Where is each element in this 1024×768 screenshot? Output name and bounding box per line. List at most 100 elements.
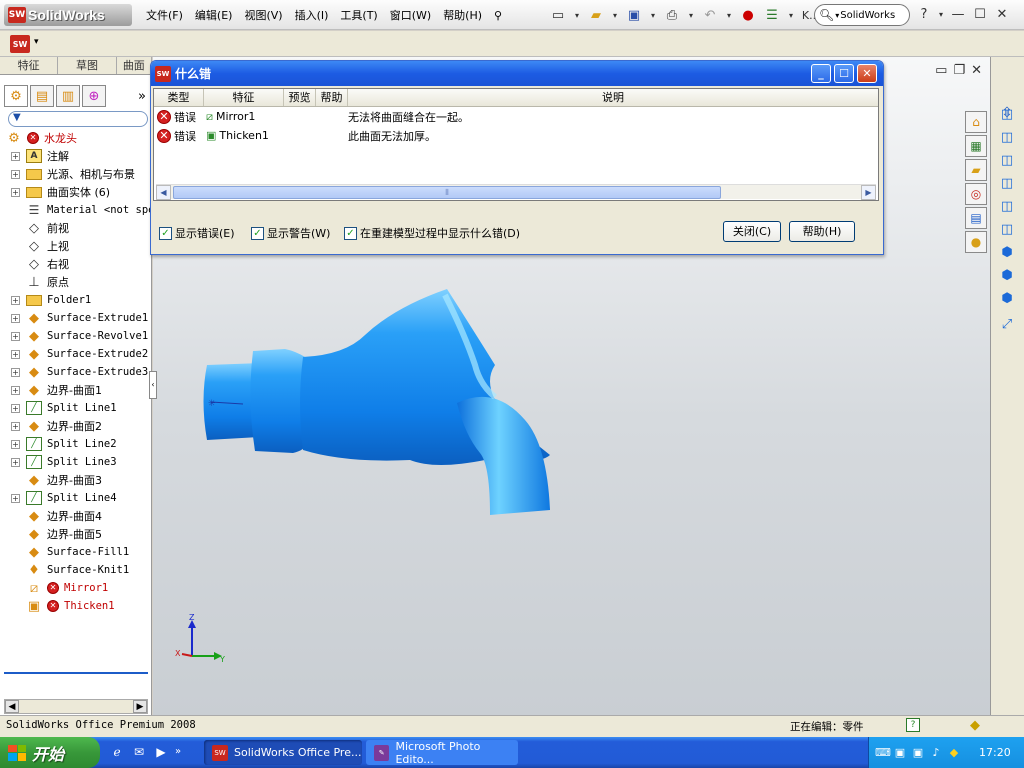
column-feature[interactable]: 特征 [204,89,284,106]
dialog-title-bar[interactable]: SW 什么错 _ ☐ ✕ [151,61,883,86]
new-document-icon[interactable]: ▭ [548,5,568,25]
tree-item[interactable]: + ◆ 边界-曲面1 [0,381,152,399]
status-help-icon[interactable]: ? [906,718,920,732]
error-list-scrollbar[interactable]: ◀ ⦀ ▶ [156,184,876,200]
list-scroll-right-icon[interactable]: ▶ [861,185,876,200]
tree-item[interactable]: ☰ Material <not spe [0,201,155,219]
tree-item[interactable]: ◇ 右视 [0,255,152,273]
tab-sketch[interactable]: 草图 [58,57,117,74]
sw-menu-dropdown-icon[interactable]: ▾ [34,37,39,47]
minimize-button[interactable]: — [948,4,968,24]
tree-item[interactable]: + ╱ Split Line2 [0,435,152,453]
tree-item[interactable]: ⊥ 原点 [0,273,152,291]
feature-manager-tab-icon[interactable]: ⚙ [4,85,28,107]
search-results-icon[interactable]: ◎ [965,183,987,205]
column-preview[interactable]: 预览 [284,89,316,106]
help-dropdown-icon[interactable]: ▾ [936,4,946,24]
menu-tools[interactable]: 工具(T) [334,7,383,23]
expand-toggle-icon[interactable]: + [11,349,20,359]
tree-item[interactable]: ⚙ ✕ 水龙头 [0,129,152,147]
tree-item[interactable]: + ╱ Split Line1 [0,399,152,417]
trimetric-view-icon[interactable]: ⬢ [997,268,1017,288]
expand-toggle-icon[interactable]: + [11,367,20,377]
tree-item[interactable]: + ◆ 边界-曲面2 [0,417,152,435]
faucet-3d-model[interactable]: ✳ [195,285,575,525]
internet-explorer-icon[interactable]: ℯ [108,743,126,761]
expand-toggle-icon[interactable]: + [11,421,20,431]
view-palette-icon[interactable]: ▤ [965,207,987,229]
tree-horizontal-scrollbar[interactable]: ◀ ▶ [4,699,148,714]
column-description[interactable]: 说明 [348,89,878,106]
show-on-rebuild-checkbox[interactable]: ✓ 在重建模型过程中显示什么错(D) [344,225,520,241]
tree-item[interactable]: ◆ Surface-Fill1 [0,543,152,561]
task-photo-editor[interactable]: ✎ Microsoft Photo Edito... [366,740,518,766]
tree-item[interactable]: + 曲面实体 (6) [0,183,152,201]
open-folder-icon[interactable]: ▰ [586,5,606,25]
expand-toggle-icon[interactable]: + [11,457,20,467]
media-player-icon[interactable]: ▶ [152,743,170,761]
sw-menu-icon[interactable]: SW [10,35,30,53]
tree-item[interactable]: ◆ 边界-曲面3 [0,471,152,489]
outlook-icon[interactable]: ✉ [130,743,148,761]
show-warnings-checkbox[interactable]: ✓ 显示警告(W) [251,225,330,241]
scroll-left-icon[interactable]: ◀ [5,700,19,713]
panel-separator[interactable] [4,672,148,674]
new-dropdown-icon[interactable]: ▾ [572,5,582,25]
task-solidworks[interactable]: SW SolidWorks Office Pre... [204,740,362,765]
column-help[interactable]: 帮助 [316,89,348,106]
open-dropdown-icon[interactable]: ▾ [610,5,620,25]
file-explorer-icon[interactable]: ▰ [965,159,987,181]
normal-to-icon[interactable]: ⤢ [997,317,1017,337]
expand-toggle-icon[interactable]: + [11,493,20,503]
expand-toggle-icon[interactable]: + [11,331,20,341]
expand-toggle-icon[interactable]: + [11,187,20,197]
dialog-maximize-button[interactable]: ☐ [834,64,854,83]
close-button[interactable]: ✕ [992,4,1012,24]
search-box[interactable]: 🔍︎ ▾ SolidWorks [814,4,910,26]
menu-edit[interactable]: 编辑(E) [189,7,239,23]
expand-toggle-icon[interactable]: + [11,151,20,161]
tree-item[interactable]: + 光源、相机与布景 [0,165,152,183]
pin-icon[interactable]: ⚲ [488,9,508,22]
menu-insert[interactable]: 插入(I) [289,7,335,23]
appearances-icon[interactable]: ● [965,231,987,253]
tray-app-icon[interactable]: ◆ [947,746,961,760]
tab-surfaces[interactable]: 曲面 [117,57,153,74]
error-row[interactable]: ✕ 错误 ⧄ Mirror1 无法将曲面缝合在一起。 [154,107,878,126]
menu-file[interactable]: 文件(F) [140,7,189,23]
save-dropdown-icon[interactable]: ▾ [648,5,658,25]
print-icon[interactable]: ⎙ [662,5,682,25]
tree-item[interactable]: ◇ 上视 [0,237,152,255]
network2-icon[interactable]: ▣ [911,746,925,760]
list-scroll-thumb[interactable]: ⦀ [173,186,721,199]
expand-toggle-icon[interactable]: + [11,169,20,179]
tree-item[interactable]: + ╱ Split Line3 [0,453,152,471]
column-type[interactable]: 类型 [154,89,204,106]
dialog-minimize-button[interactable]: _ [811,64,831,83]
quick-launch-more-icon[interactable]: » [174,743,182,761]
print-dropdown-icon[interactable]: ▾ [686,5,696,25]
tree-item[interactable]: ⧄ ✕ Mirror1 [0,579,152,597]
expand-toggle-icon[interactable]: + [11,385,20,395]
undo-icon[interactable]: ↶ [700,5,720,25]
expand-toggle-icon[interactable]: + [11,403,20,413]
network-icon[interactable]: ▣ [893,746,907,760]
property-manager-tab-icon[interactable]: ▤ [30,85,54,107]
tree-item[interactable]: + ◆ Surface-Revolve1 [0,327,152,345]
help-question-icon[interactable]: ? [914,4,934,24]
solidworks-logo[interactable]: SW SolidWorks [4,4,132,26]
back-view-icon[interactable]: ◫ [997,130,1017,150]
tree-item[interactable]: + ◆ Surface-Extrude2 [0,345,152,363]
tree-item[interactable]: + ╱ Split Line4 [0,489,152,507]
front-view-icon[interactable]: ◫ [997,107,1017,127]
maximize-button[interactable]: ☐ [970,4,990,24]
tree-item[interactable]: ◆ 边界-曲面4 [0,507,152,525]
keyboard-icon[interactable]: ⌨ [875,746,891,760]
tree-item[interactable]: + A 注解 [0,147,152,165]
list-scroll-left-icon[interactable]: ◀ [156,185,171,200]
panel-collapse-handle[interactable]: ‹ [149,371,157,399]
dimetric-view-icon[interactable]: ⬢ [997,291,1017,311]
isometric-view-icon[interactable]: ⬢ [997,245,1017,265]
tree-item[interactable]: ◇ 前视 [0,219,152,237]
volume-icon[interactable]: ♪ [929,746,943,760]
